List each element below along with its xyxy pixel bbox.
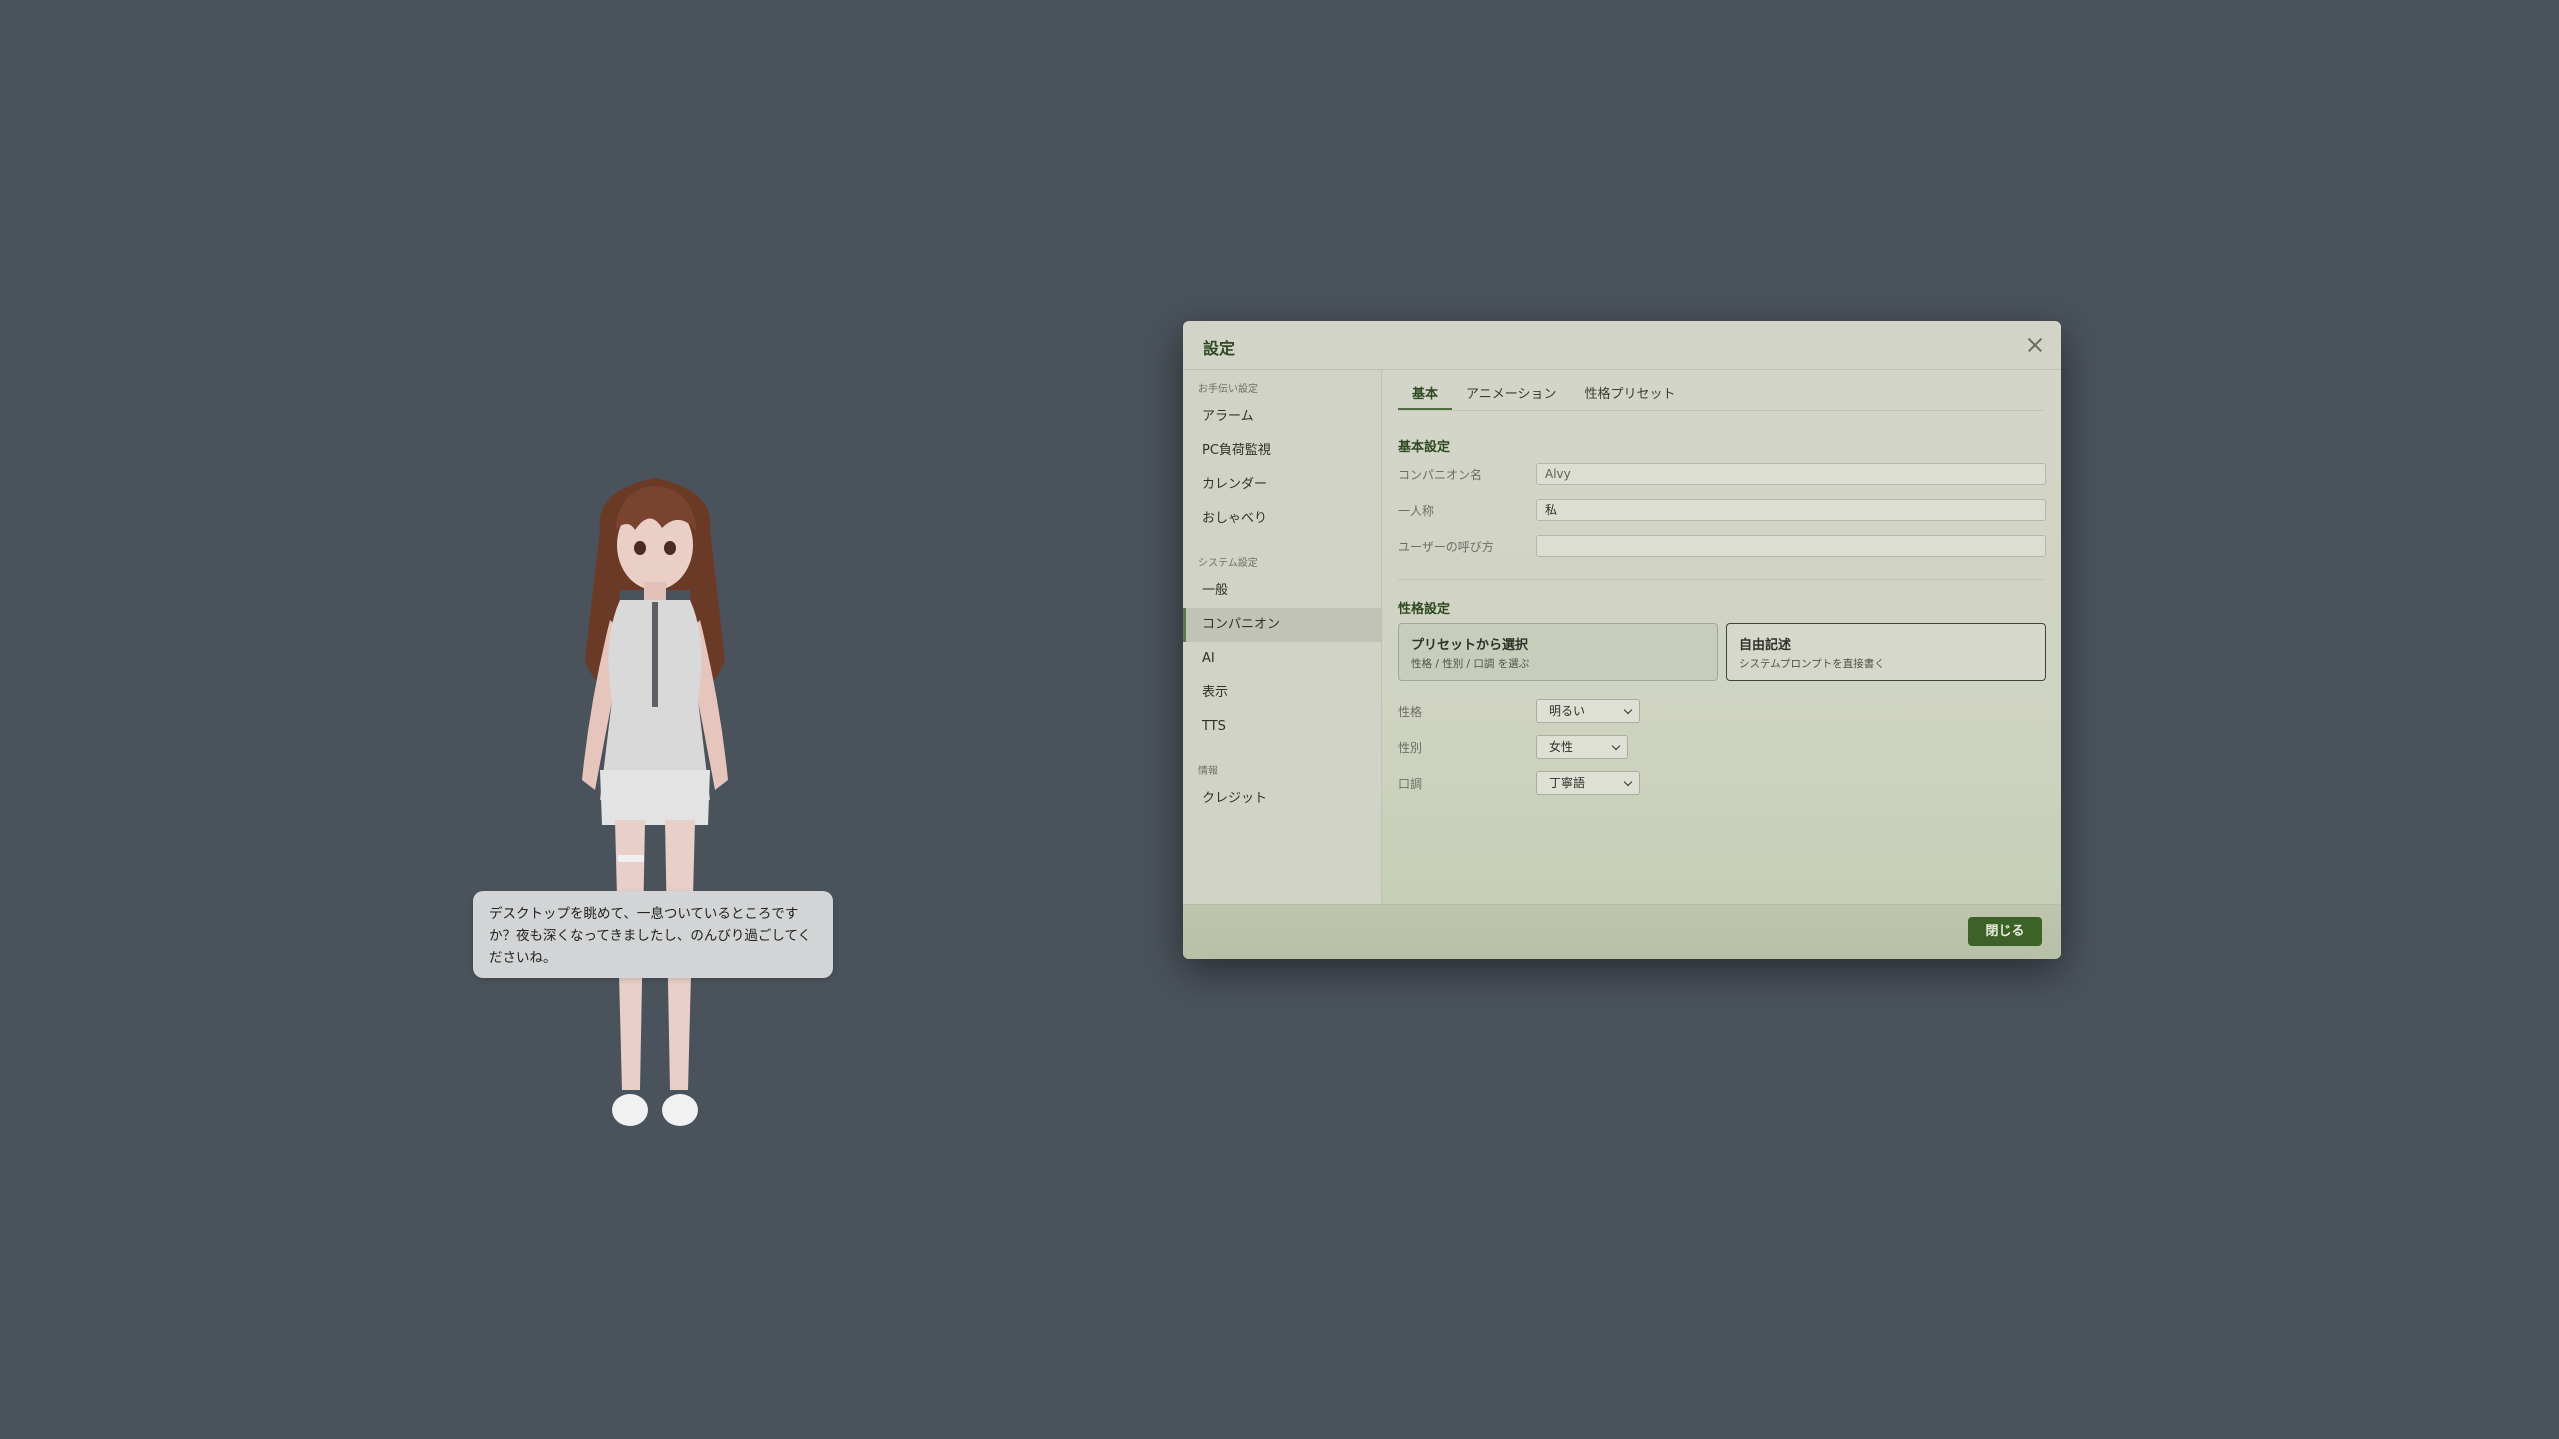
tab-bar: 基本 アニメーション 性格プリセット bbox=[1398, 382, 2045, 411]
basic-settings-title: 基本設定 bbox=[1398, 440, 1451, 455]
first-person-label: 一人称 bbox=[1398, 504, 1435, 518]
sidebar-section-info: 情報 bbox=[1198, 766, 1218, 777]
sidebar-item-tts[interactable]: TTS bbox=[1183, 710, 1381, 744]
companion-character[interactable] bbox=[540, 470, 770, 1140]
trait-label: 性格 bbox=[1398, 705, 1423, 719]
gender-label: 性別 bbox=[1398, 741, 1423, 755]
companion-name-label: コンパニオン名 bbox=[1398, 468, 1483, 482]
first-person-input[interactable]: 私 bbox=[1536, 499, 2046, 521]
free-card-subtitle: システムプロンプトを直接書く bbox=[1739, 658, 1885, 670]
gender-select-value: 女性 bbox=[1549, 740, 1574, 754]
chevron-down-icon bbox=[1623, 705, 1633, 715]
sidebar-item-credits[interactable]: クレジット bbox=[1183, 782, 1381, 816]
gender-select[interactable]: 女性 bbox=[1536, 735, 1628, 759]
sidebar-section-assist: お手伝い設定 bbox=[1198, 384, 1258, 395]
sidebar-item-general[interactable]: 一般 bbox=[1183, 574, 1381, 608]
sidebar-item-pc-monitor[interactable]: PC負荷監視 bbox=[1183, 434, 1381, 468]
sidebar-item-display[interactable]: 表示 bbox=[1183, 676, 1381, 710]
user-call-input[interactable] bbox=[1536, 535, 2046, 557]
speech-bubble: デスクトップを眺めて、一息ついているところですか？夜も深くなってきましたし、のん… bbox=[473, 891, 833, 978]
trait-select[interactable]: 明るい bbox=[1536, 699, 1640, 723]
tab-personality-preset[interactable]: 性格プリセット bbox=[1571, 382, 1690, 410]
settings-dialog: 設定 お手伝い設定 アラーム PC負荷監視 カレンダー おしゃべり システム設定… bbox=[1183, 321, 2061, 959]
sidebar-item-alarm[interactable]: アラーム bbox=[1183, 400, 1381, 434]
dialog-footer: 閉じる bbox=[1183, 904, 2061, 959]
settings-main-panel: 基本 アニメーション 性格プリセット 基本設定 コンパニオン名 Alvy 一人称… bbox=[1382, 370, 2061, 905]
personality-settings-title: 性格設定 bbox=[1398, 602, 1451, 617]
settings-sidebar: お手伝い設定 アラーム PC負荷監視 カレンダー おしゃべり システム設定 一般… bbox=[1183, 370, 1382, 905]
section-divider bbox=[1398, 579, 2045, 580]
dialog-title: 設定 bbox=[1203, 339, 1236, 358]
desktop: デスクトップを眺めて、一息ついているところですか？夜も深くなってきましたし、のん… bbox=[0, 0, 2559, 1439]
chevron-down-icon bbox=[1623, 777, 1633, 787]
tone-label: 口調 bbox=[1398, 777, 1423, 791]
close-button[interactable]: 閉じる bbox=[1968, 917, 2042, 946]
close-icon[interactable] bbox=[2023, 333, 2047, 357]
sidebar-item-ai[interactable]: AI bbox=[1183, 642, 1381, 676]
sidebar-item-companion[interactable]: コンパニオン bbox=[1183, 608, 1381, 642]
trait-select-value: 明るい bbox=[1549, 704, 1586, 718]
free-card-title: 自由記述 bbox=[1739, 638, 1792, 653]
preset-mode-card[interactable]: プリセットから選択 性格 / 性別 / 口調 を選ぶ bbox=[1398, 623, 1718, 681]
tone-select[interactable]: 丁寧語 bbox=[1536, 771, 1640, 795]
sidebar-item-calendar[interactable]: カレンダー bbox=[1183, 468, 1381, 502]
character-figure bbox=[582, 478, 728, 1126]
tab-basic[interactable]: 基本 bbox=[1398, 382, 1453, 410]
preset-card-subtitle: 性格 / 性別 / 口調 を選ぶ bbox=[1411, 658, 1530, 670]
tab-animation[interactable]: アニメーション bbox=[1452, 382, 1570, 410]
sidebar-item-chat[interactable]: おしゃべり bbox=[1183, 502, 1381, 536]
sidebar-section-system: システム設定 bbox=[1198, 558, 1258, 569]
companion-name-input[interactable]: Alvy bbox=[1536, 463, 2046, 485]
preset-card-title: プリセットから選択 bbox=[1411, 638, 1529, 653]
user-call-label: ユーザーの呼び方 bbox=[1398, 540, 1494, 554]
dialog-header: 設定 bbox=[1183, 321, 2061, 370]
tone-select-value: 丁寧語 bbox=[1549, 776, 1586, 790]
chevron-down-icon bbox=[1611, 741, 1621, 751]
free-text-mode-card[interactable]: 自由記述 システムプロンプトを直接書く bbox=[1726, 623, 2046, 681]
